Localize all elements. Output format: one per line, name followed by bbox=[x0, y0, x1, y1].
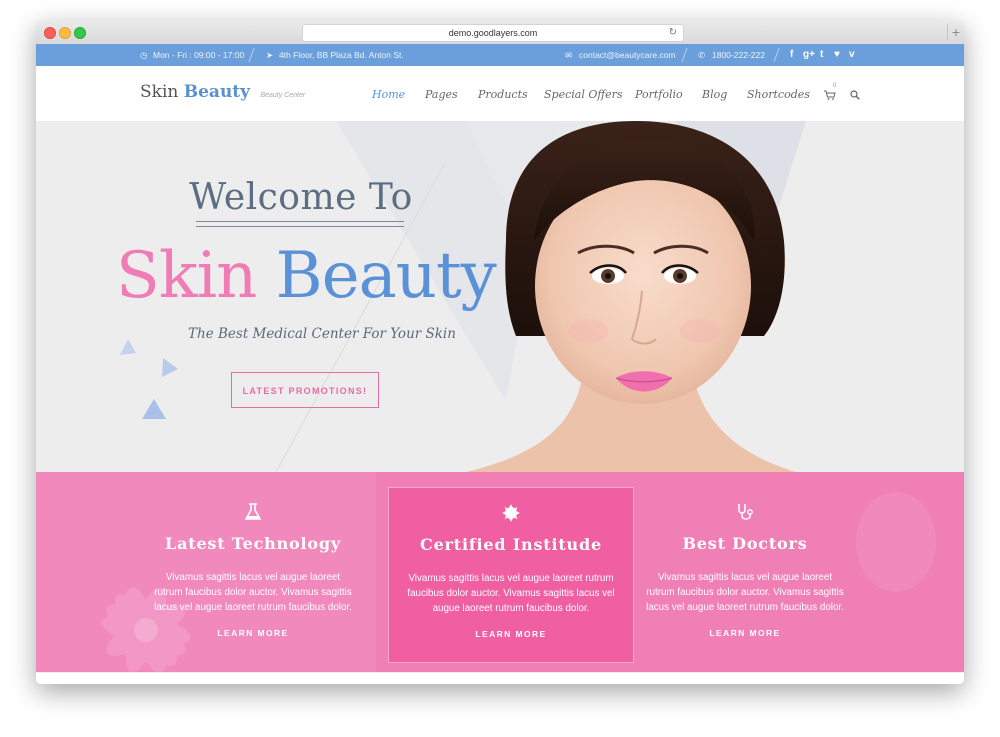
feature-title: Certified Institude bbox=[420, 535, 602, 554]
feature-title: Latest Technology bbox=[165, 534, 341, 553]
page-bottom-strip bbox=[36, 672, 964, 684]
feature-description: Vivamus sagittis lacus vel augue laoreet… bbox=[154, 572, 352, 613]
badge-icon bbox=[502, 504, 520, 522]
maximize-window-button[interactable] bbox=[74, 27, 86, 39]
welcome-underline bbox=[196, 221, 404, 227]
phone-number: 1800-222-222 bbox=[712, 50, 765, 60]
nav-special-offers[interactable]: Special Offers bbox=[544, 88, 623, 101]
hero-section: Welcome To Skin Beauty The Best Medical … bbox=[36, 121, 964, 472]
search-icon[interactable] bbox=[850, 90, 860, 100]
latest-promotions-button[interactable]: LATEST PROMOTIONS! bbox=[231, 372, 379, 408]
nav-blog[interactable]: Blog bbox=[702, 88, 727, 101]
divider bbox=[248, 48, 255, 62]
learn-more-link[interactable]: LEARN MORE bbox=[130, 628, 376, 638]
nav-home[interactable]: Home bbox=[372, 88, 405, 101]
location-icon: ➤ bbox=[266, 50, 274, 60]
feature-card-best-doctors: Best Doctors Vivamus sagittis lacus vel … bbox=[622, 472, 868, 672]
browser-window: demo.goodlayers.com ↻ + ◷ Mon - Fri : 09… bbox=[36, 20, 964, 684]
new-tab-button[interactable]: + bbox=[947, 24, 964, 40]
learn-more-link[interactable]: LEARN MORE bbox=[622, 628, 868, 638]
feature-description: Vivamus sagittis lacus vel augue laoreet… bbox=[407, 573, 615, 614]
brand-word-skin: Skin bbox=[116, 239, 257, 313]
phone-icon: ✆ bbox=[698, 50, 706, 60]
vimeo-icon[interactable]: v bbox=[849, 44, 855, 66]
cart-count-badge: 0 bbox=[833, 83, 837, 89]
browser-titlebar: demo.goodlayers.com ↻ + bbox=[36, 20, 964, 45]
close-window-button[interactable] bbox=[44, 27, 56, 39]
feature-title: Best Doctors bbox=[682, 534, 808, 553]
url-text: demo.goodlayers.com bbox=[448, 28, 538, 38]
features-section: Latest Technology Vivamus sagittis lacus… bbox=[36, 472, 964, 672]
hero-brand-title: Skin Beauty bbox=[116, 239, 497, 313]
logo-word-skin: Skin bbox=[140, 82, 179, 102]
hero-tagline: The Best Medical Center For Your Skin bbox=[188, 326, 456, 342]
reload-icon[interactable]: ↻ bbox=[669, 25, 677, 41]
address-text: 4th Floor, BB Plaza Bd. Anton St. bbox=[279, 50, 404, 60]
stethoscope-icon bbox=[738, 504, 753, 520]
site-logo[interactable]: Skin Beauty Beauty Center bbox=[140, 82, 305, 102]
twitter-icon[interactable]: ♥ bbox=[834, 44, 840, 66]
nav-portfolio[interactable]: Portfolio bbox=[635, 88, 683, 101]
tumblr-icon[interactable]: t bbox=[820, 44, 823, 66]
clock-icon: ◷ bbox=[140, 50, 148, 60]
learn-more-link[interactable]: LEARN MORE bbox=[389, 629, 633, 639]
feature-card-latest-technology: Latest Technology Vivamus sagittis lacus… bbox=[130, 472, 376, 672]
nav-shortcodes[interactable]: Shortcodes bbox=[747, 88, 810, 101]
logo-tagline: Beauty Center bbox=[260, 92, 306, 99]
opening-hours: Mon - Fri : 09:00 - 17:00 bbox=[153, 50, 245, 60]
email-link[interactable]: contact@beautycare.com bbox=[579, 44, 676, 66]
minimize-window-button[interactable] bbox=[59, 27, 71, 39]
feature-description: Vivamus sagittis lacus vel augue laoreet… bbox=[646, 572, 844, 613]
cart-icon[interactable] bbox=[824, 90, 836, 100]
address-bar[interactable]: demo.goodlayers.com ↻ bbox=[302, 24, 684, 42]
main-navigation: Skin Beauty Beauty Center Home Pages Pro… bbox=[36, 66, 964, 122]
divider bbox=[681, 48, 688, 62]
nav-products[interactable]: Products bbox=[478, 88, 528, 101]
flask-icon bbox=[244, 503, 262, 520]
logo-word-beauty: Beauty bbox=[183, 82, 251, 102]
feature-card-certified-institude: Certified Institude Vivamus sagittis lac… bbox=[388, 487, 634, 663]
mail-icon: ✉ bbox=[565, 50, 573, 60]
facebook-icon[interactable]: f bbox=[790, 44, 793, 66]
hero-welcome-heading: Welcome To bbox=[189, 177, 413, 218]
divider bbox=[773, 48, 780, 62]
google-plus-icon[interactable]: g+ bbox=[803, 44, 815, 66]
nav-pages[interactable]: Pages bbox=[425, 88, 458, 101]
top-info-bar: ◷ Mon - Fri : 09:00 - 17:00 ➤ 4th Floor,… bbox=[36, 44, 964, 66]
brand-word-beauty: Beauty bbox=[275, 239, 497, 313]
